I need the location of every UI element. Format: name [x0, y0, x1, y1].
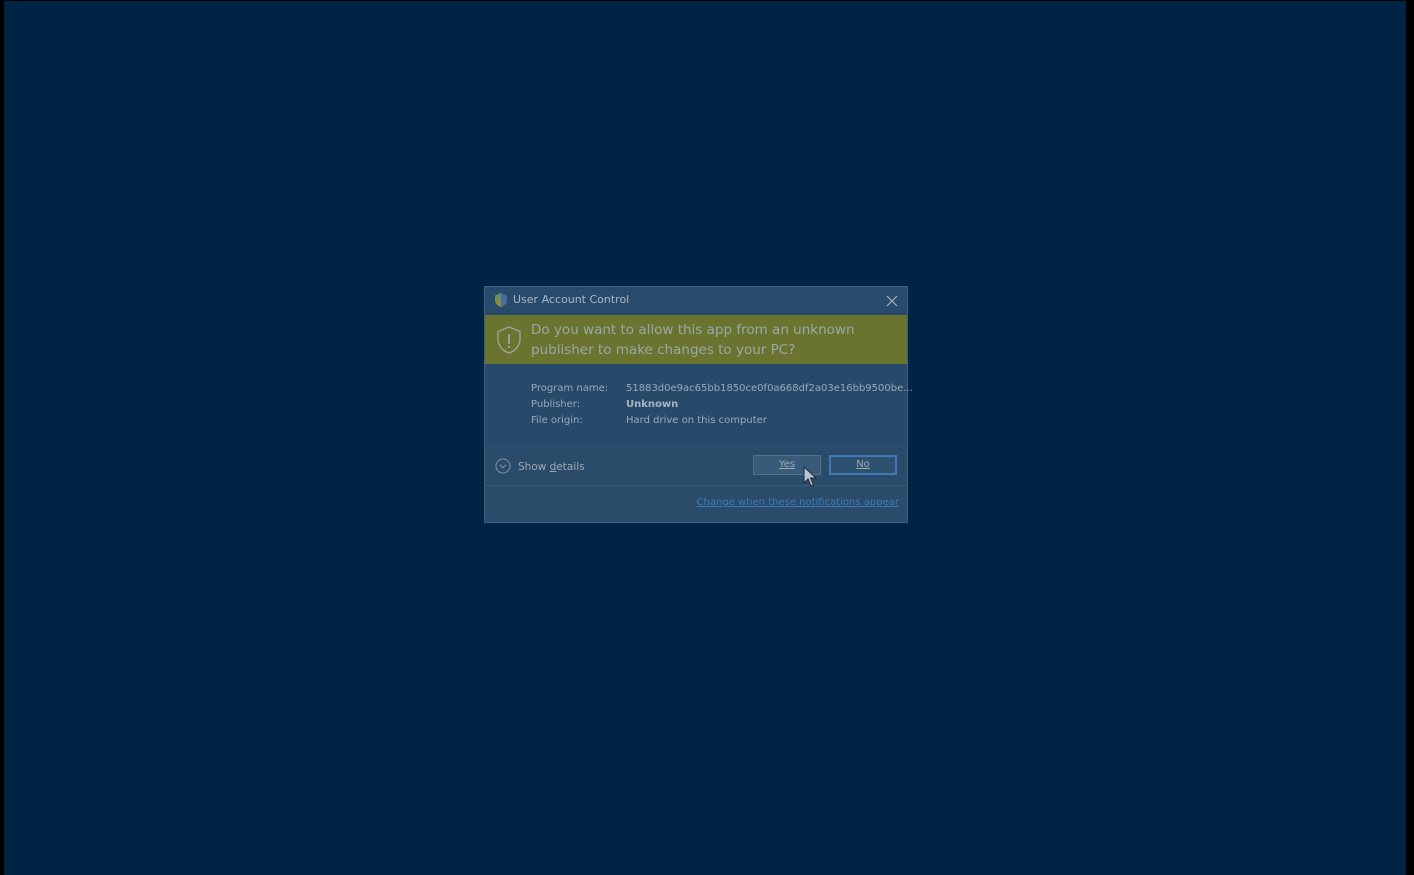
warning-shield-icon — [497, 326, 521, 354]
dialog-question: Do you want to allow this app from an un… — [531, 322, 855, 358]
info-label: Publisher: — [531, 399, 581, 410]
file-origin-value: Hard drive on this computer — [626, 415, 767, 426]
dialog-title: User Account Control — [513, 293, 630, 306]
change-notifications-link[interactable]: Change when these notifications appear — [697, 497, 899, 508]
no-button[interactable]: No — [829, 455, 897, 475]
mouse-pointer-icon — [803, 466, 817, 487]
info-label: File origin: — [531, 415, 583, 426]
close-icon[interactable] — [883, 292, 901, 310]
program-name-value: 51883d0e9ac65bb1850ce0f0a668df2a03e16bb9… — [626, 383, 913, 394]
dialog-footer: Show details Yes No Change when these no… — [485, 445, 907, 522]
publisher-value: Unknown — [626, 399, 679, 410]
chevron-down-circle-icon — [495, 458, 511, 474]
uac-dialog: User Account Control Do you want to allo… — [484, 286, 913, 523]
divider — [485, 485, 907, 486]
uac-shield-icon — [495, 293, 507, 307]
show-details-label: Show details — [518, 461, 585, 473]
warning-banner: Do you want to allow this app from an un… — [485, 315, 907, 364]
info-label: Program name: — [531, 383, 609, 394]
title-bar: User Account Control — [485, 287, 907, 315]
